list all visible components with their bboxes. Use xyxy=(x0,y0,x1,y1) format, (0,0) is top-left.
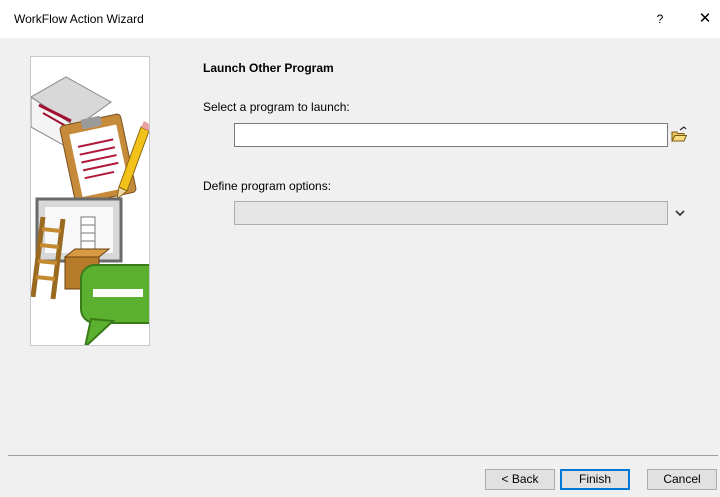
browse-button[interactable] xyxy=(670,124,688,146)
options-dropdown-toggle[interactable] xyxy=(672,204,688,222)
footer-divider xyxy=(8,455,718,456)
program-label: Select a program to launch: xyxy=(203,100,350,114)
title-bar: WorkFlow Action Wizard ? ✕ xyxy=(0,0,720,38)
program-options-select[interactable] xyxy=(234,201,668,225)
folder-open-icon xyxy=(671,126,688,142)
options-label: Define program options: xyxy=(203,179,332,193)
wizard-illustration xyxy=(30,56,150,346)
finish-button[interactable]: Finish xyxy=(560,469,630,490)
window-title: WorkFlow Action Wizard xyxy=(14,12,144,26)
help-button[interactable]: ? xyxy=(650,8,670,30)
close-button[interactable]: ✕ xyxy=(694,8,716,30)
speech-bubble-icon xyxy=(80,264,149,345)
back-button[interactable]: < Back xyxy=(485,469,555,490)
chevron-down-icon xyxy=(675,210,685,217)
wizard-illustration-art xyxy=(31,76,149,345)
program-path-input[interactable] xyxy=(234,123,668,147)
section-title: Launch Other Program xyxy=(203,61,334,75)
cancel-button[interactable]: Cancel xyxy=(647,469,717,490)
